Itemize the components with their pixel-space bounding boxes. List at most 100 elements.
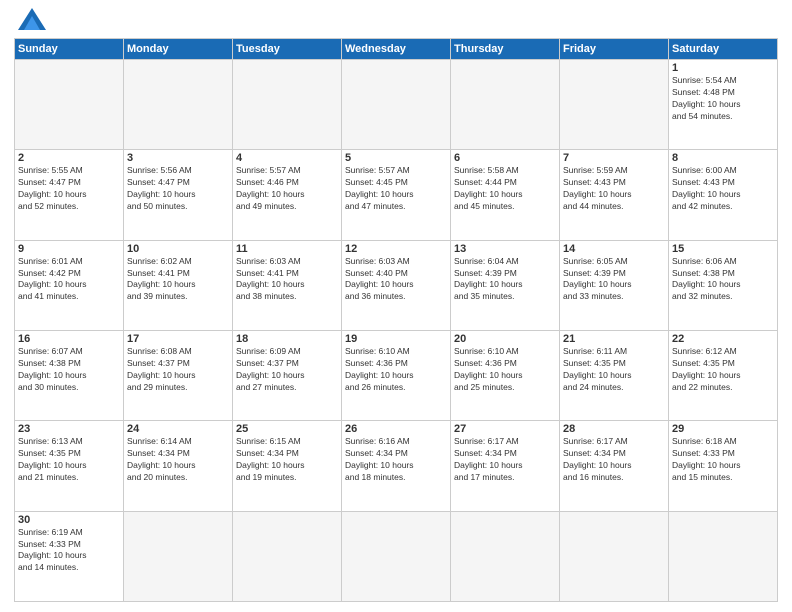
- day-info: Sunrise: 6:07 AM Sunset: 4:38 PM Dayligh…: [18, 346, 120, 394]
- calendar-cell: 17Sunrise: 6:08 AM Sunset: 4:37 PM Dayli…: [124, 330, 233, 420]
- day-info: Sunrise: 5:59 AM Sunset: 4:43 PM Dayligh…: [563, 165, 665, 213]
- calendar-cell: 23Sunrise: 6:13 AM Sunset: 4:35 PM Dayli…: [15, 421, 124, 511]
- calendar-cell: [233, 511, 342, 601]
- day-info: Sunrise: 6:09 AM Sunset: 4:37 PM Dayligh…: [236, 346, 338, 394]
- calendar-cell: 16Sunrise: 6:07 AM Sunset: 4:38 PM Dayli…: [15, 330, 124, 420]
- calendar-cell: [451, 511, 560, 601]
- calendar-cell: 19Sunrise: 6:10 AM Sunset: 4:36 PM Dayli…: [342, 330, 451, 420]
- day-number: 1: [672, 62, 774, 74]
- day-info: Sunrise: 6:17 AM Sunset: 4:34 PM Dayligh…: [563, 436, 665, 484]
- day-number: 27: [454, 423, 556, 435]
- day-info: Sunrise: 5:56 AM Sunset: 4:47 PM Dayligh…: [127, 165, 229, 213]
- calendar-cell: [233, 60, 342, 150]
- day-number: 15: [672, 243, 774, 255]
- day-info: Sunrise: 6:01 AM Sunset: 4:42 PM Dayligh…: [18, 256, 120, 304]
- weekday-header-sunday: Sunday: [15, 39, 124, 60]
- day-number: 13: [454, 243, 556, 255]
- header: [14, 10, 778, 32]
- day-info: Sunrise: 6:10 AM Sunset: 4:36 PM Dayligh…: [454, 346, 556, 394]
- calendar-cell: [124, 511, 233, 601]
- day-info: Sunrise: 5:55 AM Sunset: 4:47 PM Dayligh…: [18, 165, 120, 213]
- calendar-cell: 22Sunrise: 6:12 AM Sunset: 4:35 PM Dayli…: [669, 330, 778, 420]
- day-number: 17: [127, 333, 229, 345]
- day-info: Sunrise: 6:19 AM Sunset: 4:33 PM Dayligh…: [18, 527, 120, 575]
- calendar-cell: 24Sunrise: 6:14 AM Sunset: 4:34 PM Dayli…: [124, 421, 233, 511]
- day-number: 12: [345, 243, 447, 255]
- week-row-2: 2Sunrise: 5:55 AM Sunset: 4:47 PM Daylig…: [15, 150, 778, 240]
- day-number: 16: [18, 333, 120, 345]
- weekday-header-saturday: Saturday: [669, 39, 778, 60]
- calendar-cell: 4Sunrise: 5:57 AM Sunset: 4:46 PM Daylig…: [233, 150, 342, 240]
- day-info: Sunrise: 5:58 AM Sunset: 4:44 PM Dayligh…: [454, 165, 556, 213]
- day-info: Sunrise: 6:15 AM Sunset: 4:34 PM Dayligh…: [236, 436, 338, 484]
- calendar-cell: 14Sunrise: 6:05 AM Sunset: 4:39 PM Dayli…: [560, 240, 669, 330]
- calendar-cell: 9Sunrise: 6:01 AM Sunset: 4:42 PM Daylig…: [15, 240, 124, 330]
- day-number: 20: [454, 333, 556, 345]
- calendar-table: SundayMondayTuesdayWednesdayThursdayFrid…: [14, 38, 778, 602]
- calendar-cell: 26Sunrise: 6:16 AM Sunset: 4:34 PM Dayli…: [342, 421, 451, 511]
- weekday-header-friday: Friday: [560, 39, 669, 60]
- week-row-5: 23Sunrise: 6:13 AM Sunset: 4:35 PM Dayli…: [15, 421, 778, 511]
- day-number: 11: [236, 243, 338, 255]
- day-number: 30: [18, 514, 120, 526]
- calendar-cell: [342, 60, 451, 150]
- weekday-header-row: SundayMondayTuesdayWednesdayThursdayFrid…: [15, 39, 778, 60]
- week-row-1: 1Sunrise: 5:54 AM Sunset: 4:48 PM Daylig…: [15, 60, 778, 150]
- day-number: 24: [127, 423, 229, 435]
- calendar-cell: 21Sunrise: 6:11 AM Sunset: 4:35 PM Dayli…: [560, 330, 669, 420]
- day-info: Sunrise: 6:06 AM Sunset: 4:38 PM Dayligh…: [672, 256, 774, 304]
- calendar-cell: 1Sunrise: 5:54 AM Sunset: 4:48 PM Daylig…: [669, 60, 778, 150]
- day-info: Sunrise: 6:11 AM Sunset: 4:35 PM Dayligh…: [563, 346, 665, 394]
- calendar-cell: 20Sunrise: 6:10 AM Sunset: 4:36 PM Dayli…: [451, 330, 560, 420]
- calendar-cell: 30Sunrise: 6:19 AM Sunset: 4:33 PM Dayli…: [15, 511, 124, 601]
- day-info: Sunrise: 6:04 AM Sunset: 4:39 PM Dayligh…: [454, 256, 556, 304]
- calendar-cell: [560, 511, 669, 601]
- calendar-cell: 13Sunrise: 6:04 AM Sunset: 4:39 PM Dayli…: [451, 240, 560, 330]
- weekday-header-monday: Monday: [124, 39, 233, 60]
- calendar-cell: [669, 511, 778, 601]
- day-number: 23: [18, 423, 120, 435]
- week-row-3: 9Sunrise: 6:01 AM Sunset: 4:42 PM Daylig…: [15, 240, 778, 330]
- day-number: 8: [672, 152, 774, 164]
- calendar-cell: [560, 60, 669, 150]
- calendar-cell: 7Sunrise: 5:59 AM Sunset: 4:43 PM Daylig…: [560, 150, 669, 240]
- logo-icon: [18, 8, 46, 30]
- day-info: Sunrise: 6:00 AM Sunset: 4:43 PM Dayligh…: [672, 165, 774, 213]
- calendar-cell: 12Sunrise: 6:03 AM Sunset: 4:40 PM Dayli…: [342, 240, 451, 330]
- week-row-6: 30Sunrise: 6:19 AM Sunset: 4:33 PM Dayli…: [15, 511, 778, 601]
- calendar-cell: [15, 60, 124, 150]
- logo: [14, 10, 46, 32]
- calendar-cell: 8Sunrise: 6:00 AM Sunset: 4:43 PM Daylig…: [669, 150, 778, 240]
- calendar-cell: [451, 60, 560, 150]
- calendar-cell: 11Sunrise: 6:03 AM Sunset: 4:41 PM Dayli…: [233, 240, 342, 330]
- day-number: 9: [18, 243, 120, 255]
- day-info: Sunrise: 6:08 AM Sunset: 4:37 PM Dayligh…: [127, 346, 229, 394]
- calendar-cell: 2Sunrise: 5:55 AM Sunset: 4:47 PM Daylig…: [15, 150, 124, 240]
- calendar-cell: [124, 60, 233, 150]
- day-number: 25: [236, 423, 338, 435]
- calendar-cell: 10Sunrise: 6:02 AM Sunset: 4:41 PM Dayli…: [124, 240, 233, 330]
- calendar-cell: 5Sunrise: 5:57 AM Sunset: 4:45 PM Daylig…: [342, 150, 451, 240]
- day-info: Sunrise: 6:13 AM Sunset: 4:35 PM Dayligh…: [18, 436, 120, 484]
- day-info: Sunrise: 6:17 AM Sunset: 4:34 PM Dayligh…: [454, 436, 556, 484]
- day-info: Sunrise: 6:02 AM Sunset: 4:41 PM Dayligh…: [127, 256, 229, 304]
- day-number: 29: [672, 423, 774, 435]
- calendar-cell: 3Sunrise: 5:56 AM Sunset: 4:47 PM Daylig…: [124, 150, 233, 240]
- day-number: 4: [236, 152, 338, 164]
- calendar-cell: 25Sunrise: 6:15 AM Sunset: 4:34 PM Dayli…: [233, 421, 342, 511]
- calendar-cell: 6Sunrise: 5:58 AM Sunset: 4:44 PM Daylig…: [451, 150, 560, 240]
- page: SundayMondayTuesdayWednesdayThursdayFrid…: [0, 0, 792, 612]
- calendar-cell: 18Sunrise: 6:09 AM Sunset: 4:37 PM Dayli…: [233, 330, 342, 420]
- day-number: 19: [345, 333, 447, 345]
- day-number: 14: [563, 243, 665, 255]
- day-number: 6: [454, 152, 556, 164]
- calendar-cell: 29Sunrise: 6:18 AM Sunset: 4:33 PM Dayli…: [669, 421, 778, 511]
- weekday-header-tuesday: Tuesday: [233, 39, 342, 60]
- day-info: Sunrise: 6:12 AM Sunset: 4:35 PM Dayligh…: [672, 346, 774, 394]
- logo-area: [14, 10, 46, 32]
- day-info: Sunrise: 6:03 AM Sunset: 4:41 PM Dayligh…: [236, 256, 338, 304]
- day-info: Sunrise: 5:57 AM Sunset: 4:46 PM Dayligh…: [236, 165, 338, 213]
- day-info: Sunrise: 6:10 AM Sunset: 4:36 PM Dayligh…: [345, 346, 447, 394]
- day-info: Sunrise: 6:03 AM Sunset: 4:40 PM Dayligh…: [345, 256, 447, 304]
- day-info: Sunrise: 6:14 AM Sunset: 4:34 PM Dayligh…: [127, 436, 229, 484]
